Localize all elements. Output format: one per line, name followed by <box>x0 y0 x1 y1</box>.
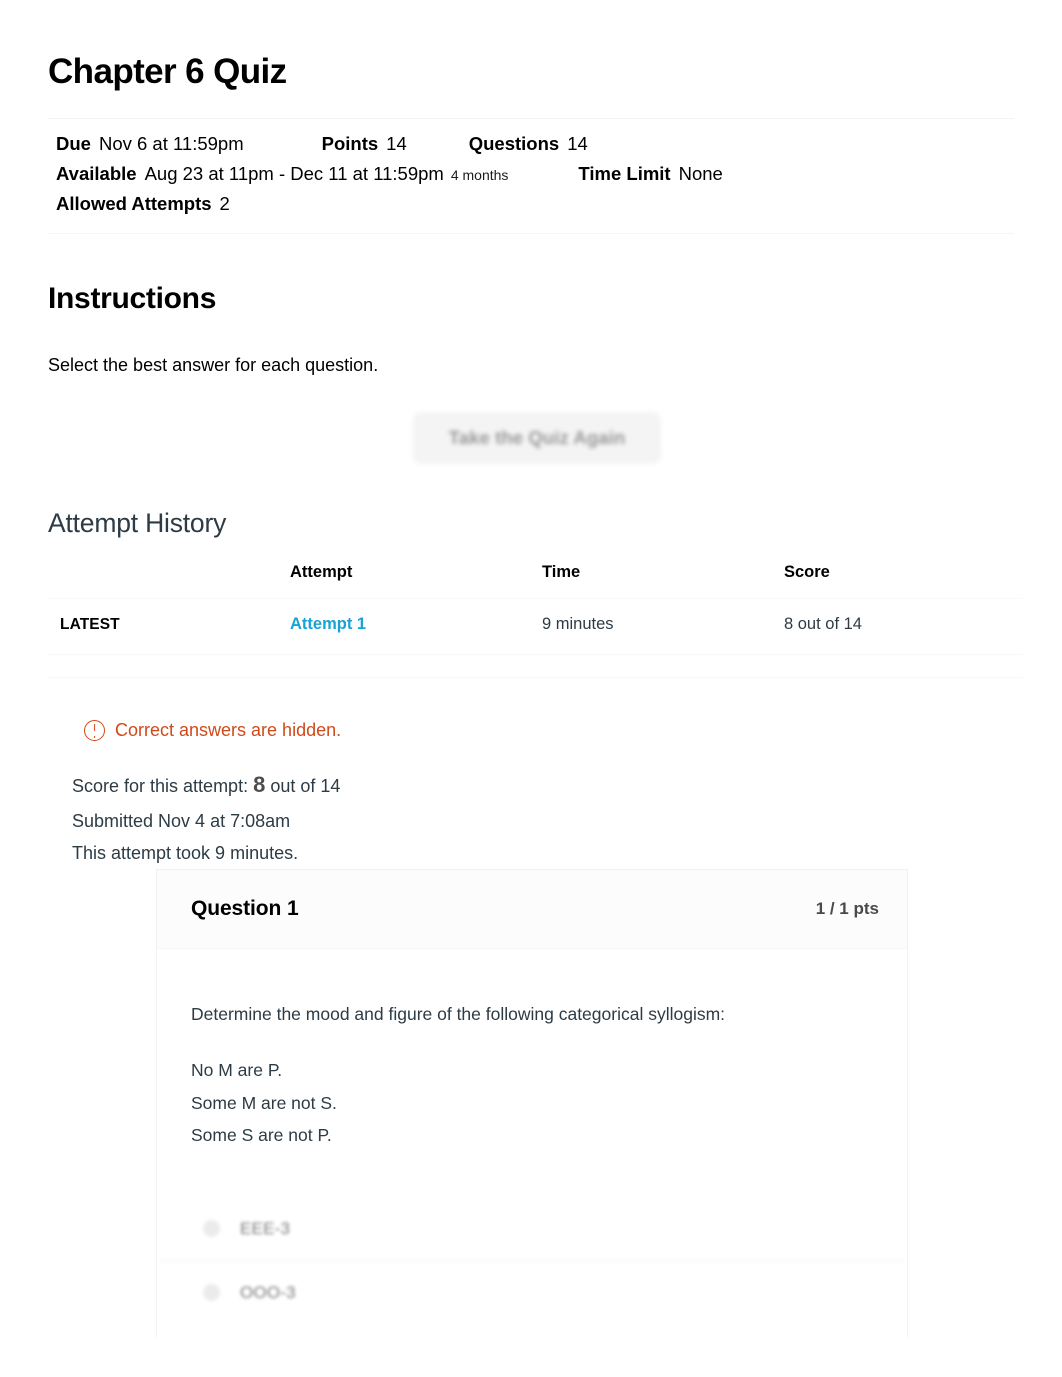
meta-time-limit: Time Limit None <box>578 159 722 189</box>
attempt-score-value: 8 <box>253 772 266 798</box>
meta-time-limit-label: Time Limit <box>578 163 671 185</box>
meta-points-label: Points <box>321 133 379 155</box>
take-quiz-again-button[interactable]: Take the Quiz Again <box>413 412 661 465</box>
question-name: Question 1 <box>191 897 299 920</box>
quiz-meta-row-2: Available Aug 23 at 11pm - Dec 11 at 11:… <box>56 159 1014 189</box>
meta-available: Available Aug 23 at 11pm - Dec 11 at 11:… <box>56 159 508 189</box>
question-premise-3: Some S are not P. <box>191 1124 332 1145</box>
meta-allowed-attempts-label: Allowed Attempts <box>56 193 212 215</box>
attempt-submitted-line: Submitted Nov 4 at 7:08am <box>72 810 291 831</box>
attempt-history-heading: Attempt History <box>48 508 227 539</box>
answer-option-label: OOO-3 <box>240 1282 296 1302</box>
page-title: Chapter 6 Quiz <box>48 52 287 91</box>
column-header-attempt: Attempt <box>290 563 353 582</box>
meta-due-label: Due <box>56 133 91 155</box>
latest-badge: LATEST <box>60 616 120 634</box>
question-body: Determine the mood and figure of the fol… <box>157 949 907 1151</box>
cell-latest: LATEST <box>48 598 290 656</box>
meta-available-duration: 4 months <box>450 167 509 184</box>
question-points: 1 / 1 pts <box>815 899 879 918</box>
meta-available-value: Aug 23 at 11pm - Dec 11 at 11:59pm <box>144 163 444 185</box>
question-spacer <box>191 1028 873 1054</box>
hidden-answers-notice-text: Correct answers are hidden. <box>115 720 342 741</box>
meta-questions: Questions 14 <box>469 129 588 159</box>
answer-option-row[interactable]: OOO-3 <box>157 1260 907 1324</box>
attempt-score-suffix: out of 14 <box>270 776 341 797</box>
retake-button-container: Take the Quiz Again <box>48 402 1014 494</box>
warning-circle-icon <box>84 720 105 742</box>
quiz-meta-row-3: Allowed Attempts 2 <box>56 189 1014 219</box>
column-header-score: Score <box>784 563 830 582</box>
attempt-history-head: Attempt Time Score <box>48 563 1023 599</box>
answer-option-row[interactable]: EEE-3 <box>157 1197 907 1260</box>
meta-due: Due Nov 6 at 11:59pm <box>56 129 244 159</box>
instructions-heading: Instructions <box>48 282 217 316</box>
meta-questions-value: 14 <box>567 133 588 155</box>
meta-time-limit-value: None <box>678 163 723 185</box>
attempt-1-link[interactable]: Attempt 1 <box>290 615 366 633</box>
cell-score: 8 out of 14 <box>784 598 1023 656</box>
answer-options: EEE-3 OOO-3 <box>157 1197 907 1324</box>
meta-questions-label: Questions <box>468 133 560 155</box>
question-header: Question 1 1 / 1 pts <box>157 870 907 949</box>
table-row: LATEST Attempt 1 9 minutes 8 out of 14 <box>48 598 1023 656</box>
meta-allowed-attempts-value: 2 <box>219 193 230 215</box>
attempt-duration-line: This attempt took 9 minutes. <box>72 842 299 863</box>
answer-option-label: EEE-3 <box>240 1218 291 1238</box>
attempt-score-line: Score for this attempt: 8 out of 14 <box>72 765 1014 804</box>
meta-points-value: 14 <box>386 133 407 155</box>
meta-allowed-attempts: Allowed Attempts 2 <box>56 189 230 219</box>
meta-due-value: Nov 6 at 11:59pm <box>98 133 244 155</box>
attempt-history-divider <box>48 677 1023 679</box>
question-prompt: Determine the mood and figure of the fol… <box>191 1004 726 1024</box>
meta-points: Points 14 <box>322 129 407 159</box>
question-premise-1: No M are P. <box>191 1060 283 1081</box>
question-1-container: Question 1 1 / 1 pts Determine the mood … <box>156 869 908 1339</box>
question-premise-2: Some M are not S. <box>191 1092 337 1113</box>
radio-button-icon[interactable] <box>203 1220 220 1238</box>
quiz-meta-row-1: Due Nov 6 at 11:59pm Points 14 Questions… <box>56 129 1014 159</box>
instructions-text: Select the best answer for each question… <box>48 355 379 376</box>
table-header-row: Attempt Time Score <box>48 563 1023 599</box>
column-header-latest <box>48 563 290 599</box>
attempt-history-table: Attempt Time Score LATEST Attempt 1 9 mi… <box>48 563 1023 656</box>
cell-time: 9 minutes <box>542 598 784 656</box>
attempt-score-prefix: Score for this attempt: <box>72 776 249 797</box>
quiz-meta-header: Due Nov 6 at 11:59pm Points 14 Questions… <box>48 118 1014 235</box>
attempt-history-body: LATEST Attempt 1 9 minutes 8 out of 14 <box>48 598 1023 656</box>
hidden-answers-notice: Correct answers are hidden. <box>84 720 1014 742</box>
quiz-page: Chapter 6 Quiz Due Nov 6 at 11:59pm Poin… <box>0 0 1062 1377</box>
radio-button-icon[interactable] <box>203 1284 220 1302</box>
column-header-time: Time <box>542 563 581 582</box>
cell-attempt: Attempt 1 <box>290 598 542 656</box>
attempt-summary: Score for this attempt: 8 out of 14 Subm… <box>72 765 1014 868</box>
meta-available-label: Available <box>56 163 137 185</box>
